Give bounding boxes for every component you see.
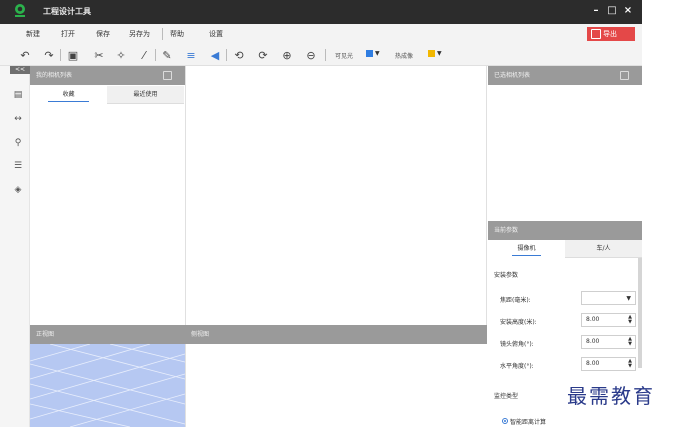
params-scrollbar[interactable] <box>638 258 642 368</box>
tab-vehicle-person-label: 车/人 <box>596 245 611 252</box>
front-view-title: 正视图 <box>36 331 55 338</box>
monitor-section-title: 监控类型 <box>494 393 519 400</box>
main-canvas[interactable] <box>185 66 487 325</box>
visible-color-dropdown-icon[interactable]: ▼ <box>375 50 380 57</box>
tab-favorites-label: 收藏 <box>62 91 75 98</box>
selected-cameras-menu-icon[interactable] <box>620 71 629 80</box>
horizontal-angle-label: 水平角度(°): <box>500 363 534 370</box>
tab-vehicle-person[interactable]: 车/人 <box>565 240 642 258</box>
params-tabs: 摄像机 车/人 <box>488 240 642 258</box>
smart-distance-label[interactable]: 智能距离计算 <box>510 417 546 426</box>
menu-help[interactable]: 帮助 <box>170 29 184 39</box>
zoom-out-icon[interactable]: ⊖ <box>304 48 318 62</box>
layers-icon[interactable]: ◈ <box>12 184 24 196</box>
active-tab-indicator <box>48 101 89 102</box>
rotate-left-icon[interactable]: ⟲ <box>232 48 246 62</box>
active-tab-indicator <box>512 255 541 256</box>
lens-tilt-stepper[interactable]: 8.00 ▲ ▼ <box>581 335 636 349</box>
distance-icon[interactable]: ↔ <box>12 113 24 125</box>
tab-camera[interactable]: 摄像机 <box>488 240 565 258</box>
toolbar-divider <box>226 49 227 61</box>
tab-recent-label: 最近使用 <box>133 91 158 98</box>
side-view-canvas[interactable] <box>185 344 487 427</box>
app-logo-icon <box>15 4 25 17</box>
watermark: 最需教育 <box>567 384 655 408</box>
redo-icon[interactable]: ↷ <box>42 48 56 62</box>
export-label: 导出 <box>603 30 617 38</box>
thermal-label[interactable]: 热成像 <box>395 51 413 60</box>
focal-length-label: 焦距(毫米): <box>500 297 531 304</box>
camera-list-tabs: 收藏 最近使用 <box>30 86 184 104</box>
front-view-canvas[interactable] <box>30 344 185 427</box>
install-height-stepper[interactable]: 8.00 ▲ ▼ <box>581 313 636 327</box>
tab-favorites[interactable]: 收藏 <box>30 86 107 104</box>
menu-new[interactable]: 新建 <box>26 29 40 39</box>
align-icon[interactable]: ≡ <box>184 48 198 62</box>
measure-tool-icon[interactable]: ✂ <box>92 48 106 62</box>
spinner-arrows-icon[interactable]: ▲ ▼ <box>628 359 632 369</box>
menu-settings[interactable]: 设置 <box>209 29 223 39</box>
install-height-label: 安装高度(米): <box>500 319 537 326</box>
image-icon[interactable]: ▣ <box>66 48 80 62</box>
spinner-arrows-icon[interactable]: ▲ ▼ <box>628 337 632 347</box>
list-icon[interactable]: ☰ <box>12 160 24 172</box>
left-tool-strip: << ▤ ↔ ⚲ ☰ ◈ <box>0 66 30 427</box>
menu-save[interactable]: 保存 <box>96 29 110 39</box>
volume-icon[interactable]: ◀ <box>208 48 222 62</box>
grid-floor <box>30 344 185 427</box>
side-view-title: 侧视图 <box>191 331 210 338</box>
camera-list-header: 我的相机列表 <box>30 66 185 85</box>
toolbar-divider <box>155 49 156 61</box>
camera-icon[interactable]: ▤ <box>12 89 24 101</box>
selected-cameras-title: 已选相机列表 <box>494 72 531 79</box>
spinner-arrows-icon[interactable]: ▲ ▼ <box>628 315 632 325</box>
focal-length-select[interactable]: ▼ <box>581 291 636 305</box>
undo-icon[interactable]: ↶ <box>18 48 32 62</box>
visible-light-label[interactable]: 可见光 <box>335 51 353 60</box>
selected-cameras-list[interactable] <box>488 85 642 221</box>
rotate-right-icon[interactable]: ⟳ <box>256 48 270 62</box>
app-title: 工程设计工具 <box>43 7 91 16</box>
params-header: 当前参数 <box>488 221 642 240</box>
zoom-in-icon[interactable]: ⊕ <box>280 48 294 62</box>
menu-save-as[interactable]: 另存为 <box>129 29 150 39</box>
menu-bar: 新建 打开 保存 另存为 帮助 设置 导出 <box>0 24 642 44</box>
selected-cameras-header: 已选相机列表 <box>488 66 642 85</box>
lens-tilt-label: 镜头俯角(°): <box>500 341 534 348</box>
thermal-color-dropdown-icon[interactable]: ▼ <box>437 50 442 57</box>
toolbar-divider <box>325 49 326 61</box>
params-title: 当前参数 <box>494 227 519 234</box>
camera-list-title: 我的相机列表 <box>36 72 73 79</box>
menu-open[interactable]: 打开 <box>61 29 75 39</box>
title-bar: 工程设计工具 – □ × <box>0 0 642 24</box>
smart-distance-radio[interactable] <box>502 418 508 424</box>
slope-tool-icon[interactable]: ⁄ <box>137 48 151 62</box>
maximize-button[interactable]: □ <box>606 5 618 17</box>
tab-camera-label: 摄像机 <box>517 245 536 252</box>
visible-color-swatch[interactable] <box>366 50 373 57</box>
collapse-button[interactable]: << <box>10 66 30 74</box>
camera-list-menu-icon[interactable] <box>163 71 172 80</box>
chevron-down-icon: ▼ <box>626 295 631 302</box>
close-button[interactable]: × <box>622 5 634 17</box>
menu-divider <box>162 28 163 40</box>
tab-recent[interactable]: 最近使用 <box>107 86 184 104</box>
toolbar: ↶ ↷ ▣ ✂ ✧ ⁄ ✎ ≡ ◀ ⟲ ⟳ ⊕ ⊖ 可见光 ▼ 热成像 ▼ <box>0 44 642 66</box>
side-view-header: 侧视图 <box>185 325 487 344</box>
install-section-title: 安装参数 <box>494 272 519 279</box>
horizontal-angle-stepper[interactable]: 8.00 ▲ ▼ <box>581 357 636 371</box>
export-button[interactable]: 导出 <box>587 27 635 41</box>
thermal-color-swatch[interactable] <box>428 50 435 57</box>
pencil-icon[interactable]: ✎ <box>160 48 174 62</box>
person-icon[interactable]: ⚲ <box>12 137 24 149</box>
minimize-button[interactable]: – <box>590 5 602 17</box>
export-icon <box>591 29 601 39</box>
front-view-header: 正视图 <box>30 325 185 344</box>
toolbar-divider <box>60 49 61 61</box>
angle-tool-icon[interactable]: ✧ <box>114 48 128 62</box>
